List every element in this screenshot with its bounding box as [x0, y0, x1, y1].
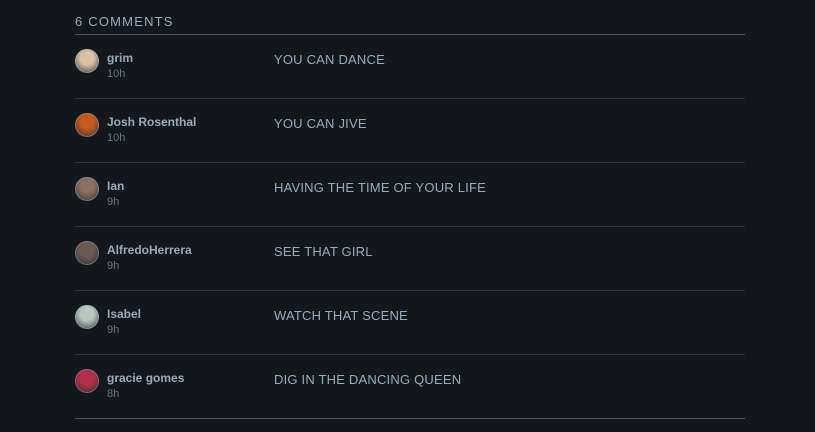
comment-text: YOU CAN JIVE	[274, 116, 367, 131]
comment-time[interactable]: 10h	[107, 68, 125, 80]
comment-item: Isabel 9h WATCH THAT SCENE	[75, 291, 745, 355]
comment-author[interactable]: Isabel	[107, 307, 141, 321]
comment-time[interactable]: 9h	[107, 260, 119, 272]
comment-text: DIG IN THE DANCING QUEEN	[274, 372, 462, 387]
comment-time[interactable]: 10h	[107, 132, 125, 144]
comment-item: AlfredoHerrera 9h SEE THAT GIRL	[75, 227, 745, 291]
avatar[interactable]	[75, 177, 99, 201]
avatar[interactable]	[75, 305, 99, 329]
avatar[interactable]	[75, 113, 99, 137]
comment-item: Ian 9h HAVING THE TIME OF YOUR LIFE	[75, 163, 745, 227]
comment-item: grim 10h YOU CAN DANCE	[75, 35, 745, 99]
comment-author[interactable]: Ian	[107, 179, 124, 193]
comment-time[interactable]: 9h	[107, 196, 119, 208]
avatar[interactable]	[75, 241, 99, 265]
comment-item: Josh Rosenthal 10h YOU CAN JIVE	[75, 99, 745, 163]
comment-text: WATCH THAT SCENE	[274, 308, 408, 323]
avatar[interactable]	[75, 369, 99, 393]
comment-time[interactable]: 8h	[107, 388, 119, 400]
comments-section: 6 COMMENTS grim 10h YOU CAN DANCE Josh R…	[75, 0, 745, 419]
comment-text: SEE THAT GIRL	[274, 244, 373, 259]
comment-author[interactable]: Josh Rosenthal	[107, 115, 196, 129]
comment-item: gracie gomes 8h DIG IN THE DANCING QUEEN	[75, 355, 745, 419]
comment-text: YOU CAN DANCE	[274, 52, 385, 67]
comment-author[interactable]: grim	[107, 51, 133, 65]
comment-author[interactable]: gracie gomes	[107, 371, 184, 385]
avatar[interactable]	[75, 49, 99, 73]
comment-text: HAVING THE TIME OF YOUR LIFE	[274, 180, 486, 195]
comment-time[interactable]: 9h	[107, 324, 119, 336]
comments-heading: 6 COMMENTS	[75, 0, 745, 35]
comment-author[interactable]: AlfredoHerrera	[107, 243, 192, 257]
